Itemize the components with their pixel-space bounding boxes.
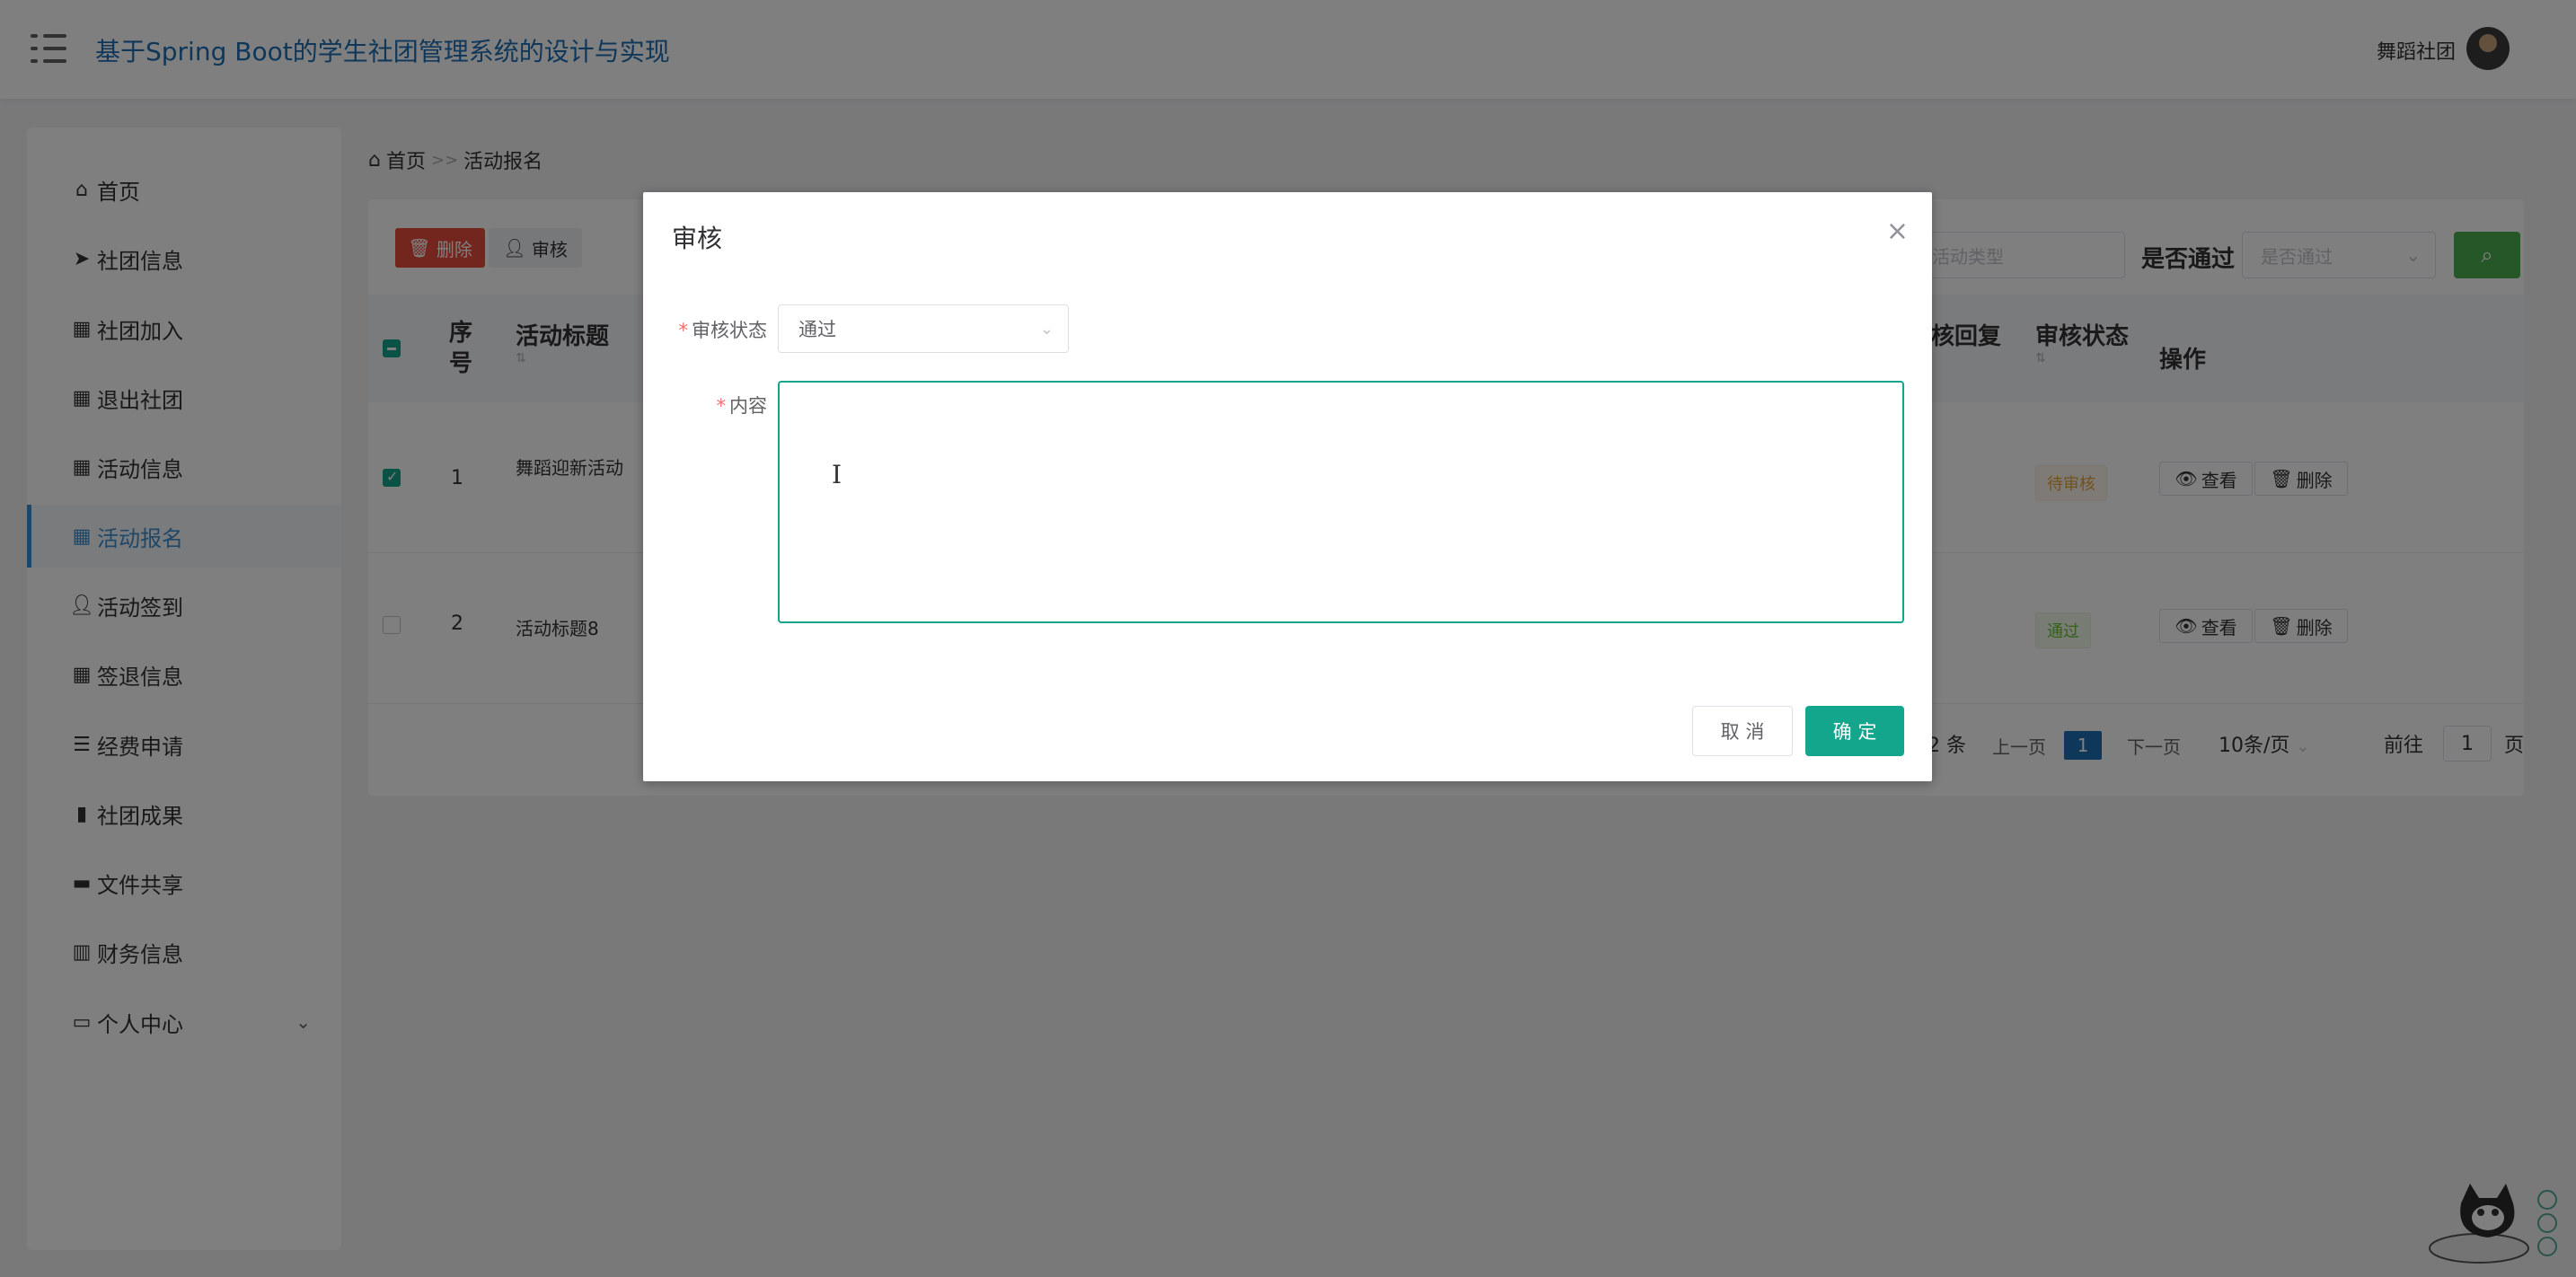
audit-status-value: 通过 (798, 319, 836, 340)
audit-dialog: 审核 × * 审核状态 通过 ⌄ * 内容 I 取 消 确 定 (643, 192, 1932, 781)
close-icon[interactable]: × (1886, 216, 1909, 247)
required-mark: * (678, 320, 689, 341)
content-textarea[interactable]: I (778, 381, 1904, 623)
content-field-label-text: 内容 (729, 395, 767, 417)
audit-status-select[interactable]: 通过 ⌄ (778, 304, 1069, 353)
text-cursor-icon: I (832, 460, 842, 489)
cancel-button[interactable]: 取 消 (1692, 706, 1793, 756)
status-field-label-text: 审核状态 (692, 320, 767, 341)
content-field-label: * 内容 (670, 392, 768, 418)
chevron-down-icon: ⌄ (1039, 319, 1054, 339)
confirm-button[interactable]: 确 定 (1805, 706, 1904, 756)
status-field-label: * 审核状态 (670, 316, 768, 343)
required-mark: * (716, 395, 727, 417)
dialog-title: 审核 (672, 224, 723, 253)
